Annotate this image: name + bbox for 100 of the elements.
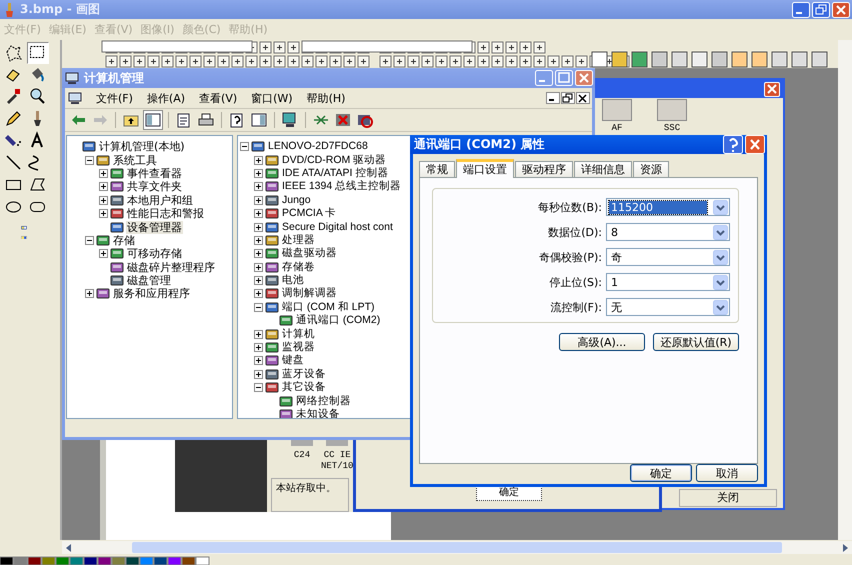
expand-icon[interactable] <box>254 370 263 379</box>
menu-item[interactable]: 窗口(W) <box>251 90 293 106</box>
collapse-icon[interactable] <box>254 302 263 312</box>
tree-item[interactable]: 本地用户和组 <box>126 194 194 207</box>
tree-item[interactable]: Jungo <box>281 194 312 207</box>
tree-item[interactable]: 存储 <box>112 234 136 247</box>
horizontal-scrollbar[interactable] <box>62 541 852 554</box>
close-button[interactable] <box>764 82 780 96</box>
tab[interactable]: 常规 <box>419 161 455 177</box>
device-module <box>657 99 687 121</box>
tree-item[interactable]: 网络控制器 <box>295 394 352 408</box>
expand-icon[interactable] <box>85 289 94 298</box>
expand-icon[interactable] <box>254 209 263 218</box>
dialog-button[interactable]: 还原默认值(R) <box>653 333 739 351</box>
tree-item[interactable]: DVD/CD-ROM 驱动器 <box>281 154 388 167</box>
tree-item[interactable]: Secure Digital host cont <box>281 220 394 234</box>
expand-icon[interactable] <box>254 356 263 366</box>
expand-icon[interactable] <box>254 249 263 258</box>
tree-item[interactable]: 监视器 <box>281 341 316 354</box>
tree-item[interactable]: 性能日志和警报 <box>126 207 205 220</box>
tree-item[interactable]: 磁盘驱动器 <box>281 247 338 260</box>
tree-item[interactable]: 服务和应用程序 <box>112 287 191 300</box>
tree-item[interactable]: 端口 (COM 和 LPT) <box>281 300 376 314</box>
expand-icon[interactable] <box>99 168 108 178</box>
tree-item[interactable]: 调制解调器 <box>281 287 338 300</box>
window-title: 计算机管理 <box>84 70 145 86</box>
dropdown-field[interactable]: 115200 <box>606 198 730 216</box>
expand-icon[interactable] <box>254 196 263 205</box>
tree-item[interactable]: 计算机 <box>281 328 316 341</box>
restore-icon[interactable] <box>561 92 575 104</box>
maximize-icon[interactable] <box>555 70 573 86</box>
collapse-icon[interactable] <box>240 142 249 152</box>
tree-item[interactable]: 可移动存储 <box>126 247 183 260</box>
tree-item[interactable]: 系统工具 <box>112 154 158 167</box>
dropdown-field[interactable]: 8 <box>606 223 730 241</box>
tree-item[interactable]: 蓝牙设备 <box>281 368 327 381</box>
expand-icon[interactable] <box>99 249 108 258</box>
ok-button[interactable]: 确定 <box>630 464 692 482</box>
expand-icon[interactable] <box>254 262 263 272</box>
pane-icon[interactable] <box>144 111 162 129</box>
device-module <box>602 99 632 121</box>
menu-item[interactable]: 操作(A) <box>146 90 186 106</box>
tab[interactable]: 端口设置 <box>456 159 514 178</box>
tree-item[interactable]: 共享文件夹 <box>126 180 183 194</box>
tree-item[interactable]: 其它设备 <box>281 381 327 394</box>
menu-item[interactable]: 帮助(H) <box>306 90 346 106</box>
expand-icon[interactable] <box>254 289 263 298</box>
pane-icon[interactable] <box>250 111 268 129</box>
menu-item[interactable]: 查看(V) <box>199 90 238 106</box>
tree-item[interactable]: 处理器 <box>281 234 316 247</box>
close-icon[interactable] <box>576 92 590 104</box>
device-icon <box>110 194 124 207</box>
tree-item[interactable]: 事件查看器 <box>126 166 183 180</box>
expand-icon[interactable] <box>254 330 263 339</box>
tree-item[interactable]: IDE ATA/ATAPI 控制器 <box>281 166 390 180</box>
expand-icon[interactable] <box>254 168 263 178</box>
tree-item[interactable]: 设备管理器 <box>126 220 183 234</box>
tree-item[interactable]: 磁盘碎片整理程序 <box>126 260 216 274</box>
tree-item[interactable]: 磁盘管理 <box>126 274 172 288</box>
tab[interactable]: 驱动程序 <box>515 161 573 177</box>
tab[interactable]: 详细信息 <box>574 161 632 177</box>
tab[interactable]: 资源 <box>633 161 669 177</box>
menu-item[interactable]: 文件(F) <box>96 90 133 106</box>
device-icon <box>110 274 124 288</box>
dropdown-field[interactable]: 无 <box>606 298 730 316</box>
select-icon[interactable] <box>27 42 49 64</box>
minimize-icon[interactable] <box>546 92 560 104</box>
tree-item[interactable]: 键盘 <box>281 354 305 368</box>
expand-icon[interactable] <box>254 156 263 165</box>
cancel-button[interactable]: 取消 <box>696 464 758 482</box>
expand-icon[interactable] <box>254 182 263 192</box>
vertical-scrollbar[interactable] <box>838 40 852 540</box>
close-button[interactable]: 关闭 <box>679 489 777 507</box>
dropdown-field[interactable]: 奇 <box>606 248 730 266</box>
tree-item[interactable]: 计算机管理(本地) <box>98 140 186 154</box>
color-palette-drawing[interactable] <box>0 556 210 565</box>
tree-item[interactable]: PCMCIA 卡 <box>281 207 338 220</box>
collapse-icon[interactable] <box>254 383 263 392</box>
tree-item[interactable]: 存储卷 <box>281 260 316 274</box>
device-icon <box>110 180 124 194</box>
device-label: SSC <box>664 123 680 134</box>
delete-icon[interactable] <box>334 111 352 129</box>
collapse-icon[interactable] <box>85 236 94 245</box>
tree-item[interactable]: IEEE 1394 总线主控制器 <box>281 180 402 194</box>
tree-item[interactable]: 通讯端口 (COM2) <box>295 314 382 328</box>
tree-item[interactable]: 电池 <box>281 274 305 288</box>
expand-icon[interactable] <box>254 343 263 352</box>
dialog-button[interactable]: 高级(A)... <box>559 333 645 351</box>
expand-icon[interactable] <box>99 182 108 192</box>
expand-icon[interactable] <box>254 276 263 286</box>
collapse-icon[interactable] <box>85 156 94 165</box>
tree-item[interactable]: 未知设备 <box>295 408 341 418</box>
tree-item[interactable]: LENOVO-2D7FDC68 <box>267 140 369 154</box>
device-icon <box>265 154 279 167</box>
expand-icon[interactable] <box>99 209 108 218</box>
dropdown-field[interactable]: 1 <box>606 273 730 291</box>
expand-icon[interactable] <box>254 222 263 232</box>
expand-icon[interactable] <box>254 236 263 245</box>
expand-icon[interactable] <box>99 196 108 205</box>
scroll-thumb[interactable] <box>132 542 782 553</box>
